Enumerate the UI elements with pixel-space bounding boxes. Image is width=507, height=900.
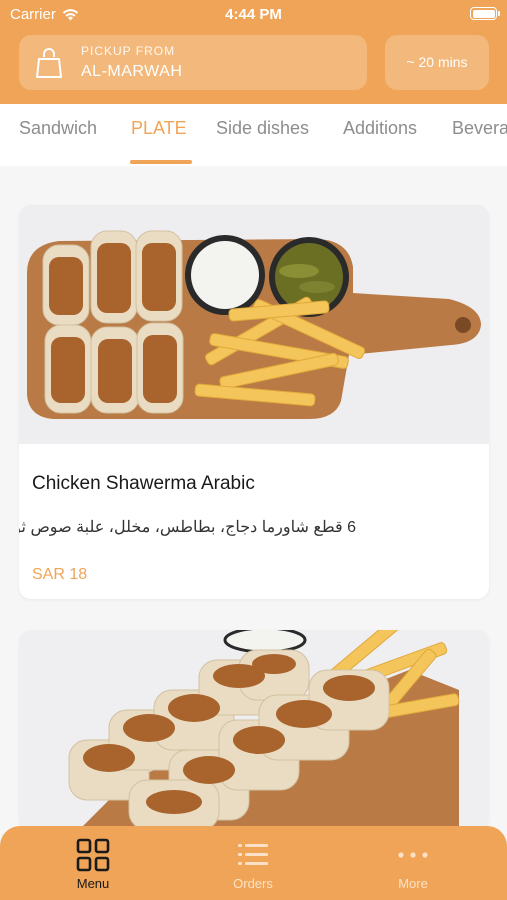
product-price: SAR 18: [32, 566, 88, 583]
nav-more[interactable]: More: [363, 838, 463, 891]
product-image: [19, 630, 489, 830]
product-card[interactable]: Chicken Shawerma Arabic 6 قطع شاورما دجا…: [19, 205, 489, 599]
nav-orders[interactable]: Orders: [203, 838, 303, 891]
tab-additions[interactable]: Additions: [343, 118, 417, 139]
tab-sandwich[interactable]: Sandwich: [19, 118, 97, 139]
nav-menu-label: Menu: [76, 876, 110, 891]
product-description: 6 قطع شاورما دجاج، بطاطس، مخلل، علبة صوص…: [19, 519, 356, 536]
clock: 4:44 PM: [225, 6, 282, 23]
nav-more-label: More: [398, 876, 428, 891]
product-card[interactable]: [19, 630, 489, 830]
tab-beverages[interactable]: Beverages: [452, 118, 507, 139]
category-tabs: Sandwich PLATE Side dishes Additions Bev…: [0, 104, 507, 166]
list-icon: [238, 844, 268, 865]
shopping-bag-icon: [36, 48, 62, 78]
product-name: Chicken Shawerma Arabic: [32, 473, 255, 494]
battery-icon: [470, 7, 500, 20]
pickup-location-selector[interactable]: PICKUP FROM AL-MARWAH: [19, 35, 367, 90]
nav-orders-label: Orders: [233, 876, 273, 891]
pickup-location: AL-MARWAH: [81, 63, 183, 80]
grid-icon: [76, 838, 110, 872]
more-dots-icon: [398, 852, 428, 858]
product-image: [19, 205, 489, 444]
pickup-label: PICKUP FROM: [81, 44, 176, 58]
nav-menu[interactable]: Menu: [43, 838, 143, 891]
eta-badge[interactable]: ~ 20 mins: [385, 35, 489, 90]
tab-side-dishes[interactable]: Side dishes: [216, 118, 309, 139]
tab-plate[interactable]: PLATE: [131, 118, 187, 139]
header: Carrier 4:44 PM PICKUP FROM AL-MARWAH ~ …: [0, 0, 507, 104]
status-bar: Carrier 4:44 PM: [0, 0, 507, 30]
active-tab-indicator: [130, 160, 192, 164]
bottom-tab-bar: Menu Orders More: [0, 826, 507, 900]
